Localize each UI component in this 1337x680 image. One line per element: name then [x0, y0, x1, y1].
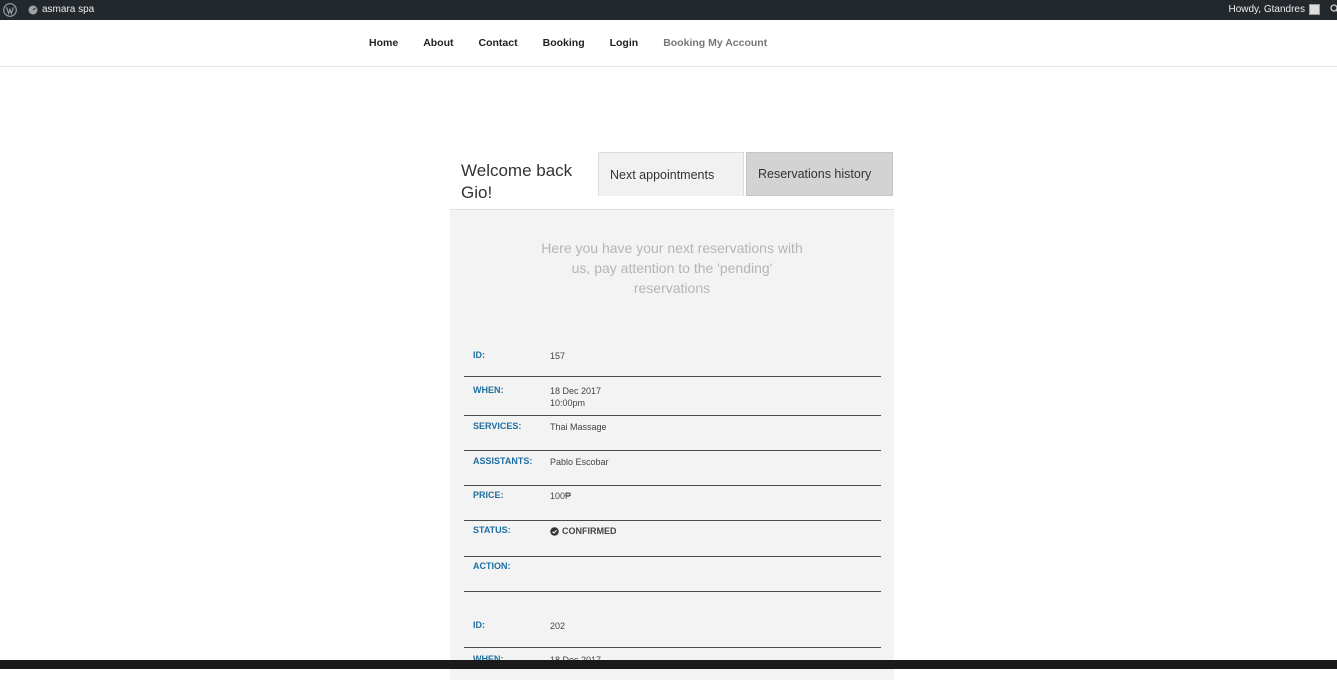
- table-row: SERVICES: Thai Massage: [464, 421, 881, 451]
- table-row: STATUS: CONFIRMED: [464, 525, 881, 557]
- table-row: PRICE: 100₱: [464, 490, 881, 521]
- main-navigation: Home About Contact Booking Login Booking…: [0, 20, 1337, 67]
- avatar[interactable]: [1309, 4, 1320, 15]
- id-label: ID:: [473, 620, 485, 630]
- table-row: ACTION:: [464, 561, 881, 592]
- table-row: WHEN: 18 Dec 2017 10:00pm: [464, 385, 881, 416]
- tab-next-appointments[interactable]: Next appointments: [598, 152, 744, 196]
- table-row: ASSISTANTS: Pablo Escobar: [464, 456, 881, 486]
- tab-reservations-history[interactable]: Reservations history: [746, 152, 893, 196]
- time-value: 10:00pm: [550, 398, 586, 408]
- wordpress-logo-icon[interactable]: [3, 3, 17, 17]
- welcome-heading: Welcome back Gio!: [461, 161, 573, 202]
- price-label: PRICE:: [473, 490, 504, 500]
- assistants-value: Pablo Escobar: [550, 457, 609, 467]
- dashboard-icon: [28, 5, 38, 14]
- table-row: ID: 202: [464, 620, 881, 648]
- table-row: ID: 157: [464, 350, 881, 377]
- search-icon[interactable]: [1330, 4, 1337, 14]
- nav-item-booking[interactable]: Booking: [543, 37, 585, 49]
- site-name-label: asmara spa: [42, 4, 95, 15]
- services-value: Thai Massage: [550, 422, 607, 432]
- when-label: WHEN:: [473, 385, 504, 395]
- status-badge: CONFIRMED: [550, 525, 617, 537]
- services-label: SERVICES:: [473, 421, 522, 431]
- when-value: 18 Dec 2017 10:00pm: [550, 385, 601, 409]
- id-label: ID:: [473, 350, 485, 360]
- date-value: 18 Dec 2017: [550, 386, 602, 396]
- site-name-link[interactable]: asmara spa: [28, 4, 94, 15]
- nav-item-login[interactable]: Login: [610, 37, 639, 49]
- id-value: 202: [550, 621, 566, 631]
- admin-bar: asmara spa Howdy, Gtandres: [0, 0, 1337, 20]
- intro-text: Here you have your next reservations wit…: [541, 240, 803, 296]
- nav-item-about[interactable]: About: [423, 37, 453, 49]
- assistants-label: ASSISTANTS:: [473, 456, 533, 466]
- check-circle-icon: [550, 526, 559, 536]
- action-label: ACTION:: [473, 561, 511, 571]
- reservations-list: Here you have your next reservations wit…: [450, 209, 894, 680]
- price-value: 100₱: [550, 491, 572, 501]
- status-value: CONFIRMED: [562, 526, 617, 536]
- nav-item-contact[interactable]: Contact: [479, 37, 518, 49]
- nav-item-booking-my-account[interactable]: Booking My Account: [663, 37, 767, 49]
- account-greeting[interactable]: Howdy, Gtandres: [1228, 4, 1305, 15]
- taskbar: [0, 660, 1337, 669]
- status-label: STATUS:: [473, 525, 511, 535]
- nav-item-home[interactable]: Home: [369, 37, 398, 49]
- id-value: 157: [550, 351, 566, 361]
